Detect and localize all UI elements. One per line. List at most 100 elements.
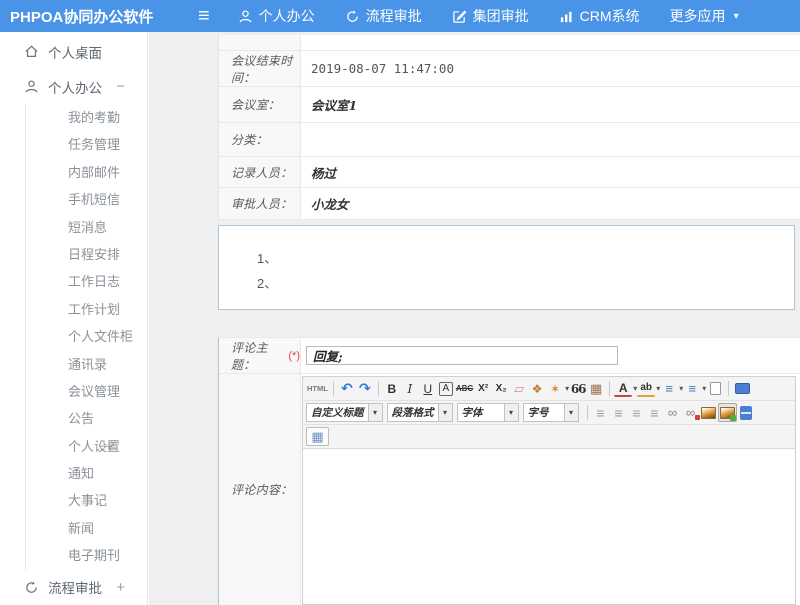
highlight-color-button[interactable]: ab: [637, 381, 655, 397]
expand-icon[interactable]: +: [105, 433, 113, 460]
insert-image-button[interactable]: [700, 403, 718, 422]
sidebar-subitem-attendance[interactable]: 我的考勤: [26, 104, 147, 131]
field-value: 会议室1: [311, 95, 357, 114]
format-brush-icon[interactable]: ❖: [528, 379, 546, 398]
page-icon: [710, 382, 721, 395]
table-row-partial: [219, 35, 800, 51]
select-value: 字号: [524, 405, 564, 420]
nav-workflow-approval[interactable]: 流程审批: [345, 6, 422, 26]
table-row-end-time: 会议结束时间： 2019-08-07 11:47:00: [219, 51, 800, 87]
autoformat-icon[interactable]: ✶: [546, 379, 564, 398]
value-cell: [301, 35, 800, 50]
sidebar-subitem-work-log[interactable]: 工作日志: [26, 268, 147, 295]
paragraph-format-select[interactable]: 段落格式▾: [387, 403, 453, 422]
collapse-icon[interactable]: −: [116, 78, 125, 95]
expand-icon[interactable]: +: [116, 579, 125, 596]
date-insert-icon[interactable]: ▦: [587, 379, 605, 398]
sidebar-subitem-file-cabinet[interactable]: 个人文件柜: [26, 323, 147, 350]
subitem-label: 手机短信: [68, 192, 120, 207]
sidebar-subitem-events[interactable]: 大事记: [26, 487, 147, 514]
editor-toolbar-row3: ▦: [303, 425, 795, 449]
custom-heading-select[interactable]: 自定义标题▾: [306, 403, 383, 422]
strikethrough-button[interactable]: ABC: [455, 379, 474, 398]
font-size-select[interactable]: 字号▾: [523, 403, 579, 422]
note-line: 1、: [257, 246, 794, 271]
field-label: 会议结束时间：: [231, 52, 300, 86]
subitem-label: 日程安排: [68, 247, 120, 262]
font-color-button[interactable]: A: [614, 381, 632, 397]
sidebar-submenu: 我的考勤 任务管理 内部邮件 手机短信 短消息 日程安排 工作日志 工作计划 个…: [25, 104, 147, 570]
ordered-list-button[interactable]: ≡: [660, 379, 678, 398]
sidebar-item-desktop[interactable]: 个人桌面: [0, 34, 147, 69]
sidebar-subitem-e-journal[interactable]: 电子期刊: [26, 542, 147, 569]
font-style-button[interactable]: A: [439, 382, 453, 396]
undo-icon[interactable]: ↶: [338, 379, 356, 398]
comment-form: 评论主题： (*) 评论内容： HTML ↶ ↷: [218, 337, 800, 605]
nav-label: 更多应用: [670, 6, 726, 26]
sidebar-subitem-sms[interactable]: 手机短信: [26, 186, 147, 213]
superscript-button[interactable]: X²: [474, 379, 492, 398]
nav-label: CRM系统: [580, 6, 640, 26]
nav-label: 流程审批: [366, 6, 422, 26]
value-cell: 杨过: [301, 157, 800, 187]
sidebar-subitem-internal-mail[interactable]: 内部邮件: [26, 159, 147, 186]
bold-button[interactable]: B: [383, 379, 401, 398]
justify-button[interactable]: ≡: [646, 403, 664, 422]
align-right-button[interactable]: ≡: [628, 403, 646, 422]
unlink-icon[interactable]: ∞: [682, 403, 700, 422]
table-row-category: 分类：: [219, 123, 800, 157]
toolbar-separator: [333, 381, 334, 396]
field-value: 2019-08-07 11:47:00: [311, 61, 454, 76]
top-nav: 个人办公 流程审批 集团审批 CRM系统 更多应用 ▾: [238, 6, 739, 26]
label-cell: [219, 35, 301, 50]
font-family-select[interactable]: 字体▾: [457, 403, 519, 422]
sidebar-subitem-short-message[interactable]: 短消息: [26, 214, 147, 241]
sidebar-subitem-personal-settings[interactable]: 个人设置+: [26, 433, 147, 460]
insert-table-button[interactable]: ▦: [306, 427, 329, 446]
refresh-icon: [24, 580, 39, 595]
blockquote-button[interactable]: 66: [569, 379, 587, 398]
refresh-icon: [345, 9, 360, 24]
underline-button[interactable]: U: [419, 379, 437, 398]
select-value: 自定义标题: [307, 405, 368, 420]
comment-content-textarea[interactable]: [303, 449, 795, 604]
top-navigation-bar: PHPOA协同办公软件 ≡ 个人办公 流程审批 集团审批 CRM系统 更多应用 …: [0, 0, 800, 32]
subitem-label: 我的考勤: [68, 110, 120, 125]
app-title: PHPOA协同办公软件: [0, 6, 176, 27]
sidebar-subitem-news[interactable]: 新闻: [26, 515, 147, 542]
subitem-label: 个人文件柜: [68, 329, 133, 344]
sidebar-item-personal-office[interactable]: 个人办公 −: [0, 69, 147, 104]
sidebar-subitem-announcements[interactable]: 公告: [26, 405, 147, 432]
align-left-button[interactable]: ≡: [592, 403, 610, 422]
comment-subject-input[interactable]: [306, 346, 618, 365]
italic-button[interactable]: I: [401, 379, 419, 398]
label-cell: 评论主题： (*): [219, 338, 301, 373]
sidebar-item-label: 个人桌面: [48, 42, 102, 62]
sidebar-subitem-work-plan[interactable]: 工作计划: [26, 296, 147, 323]
nav-crm-system[interactable]: CRM系统: [559, 6, 640, 26]
subscript-button[interactable]: X₂: [492, 379, 510, 398]
sidebar-subitem-contacts[interactable]: 通讯录: [26, 351, 147, 378]
link-icon[interactable]: ∞: [664, 403, 682, 422]
eraser-icon[interactable]: ▱: [510, 379, 528, 398]
menu-toggle-icon[interactable]: ≡: [198, 0, 210, 32]
upload-image-button[interactable]: [718, 403, 737, 422]
nav-personal-office[interactable]: 个人办公: [238, 6, 315, 26]
nav-group-approval[interactable]: 集团审批: [452, 6, 529, 26]
redo-icon[interactable]: ↷: [356, 379, 374, 398]
sidebar-subitem-schedule[interactable]: 日程安排: [26, 241, 147, 268]
nav-label: 个人办公: [259, 6, 315, 26]
value-cell: HTML ↶ ↷ B I U A ABC X² X₂ ▱ ❖: [301, 374, 800, 605]
fullscreen-icon[interactable]: [733, 379, 751, 398]
sidebar-subitem-meetings[interactable]: 会议管理: [26, 378, 147, 405]
new-page-icon[interactable]: [706, 379, 724, 398]
value-cell: 会议室1: [301, 87, 800, 122]
html-source-button[interactable]: HTML: [306, 379, 329, 398]
align-center-button[interactable]: ≡: [610, 403, 628, 422]
unordered-list-button[interactable]: ≡: [683, 379, 701, 398]
insert-media-button[interactable]: [737, 403, 755, 422]
sidebar-subitem-tasks[interactable]: 任务管理: [26, 131, 147, 158]
nav-more-apps[interactable]: 更多应用 ▾: [670, 6, 739, 26]
sidebar-subitem-notifications[interactable]: 通知: [26, 460, 147, 487]
sidebar-item-workflow-approval[interactable]: 流程审批 +: [0, 570, 147, 605]
